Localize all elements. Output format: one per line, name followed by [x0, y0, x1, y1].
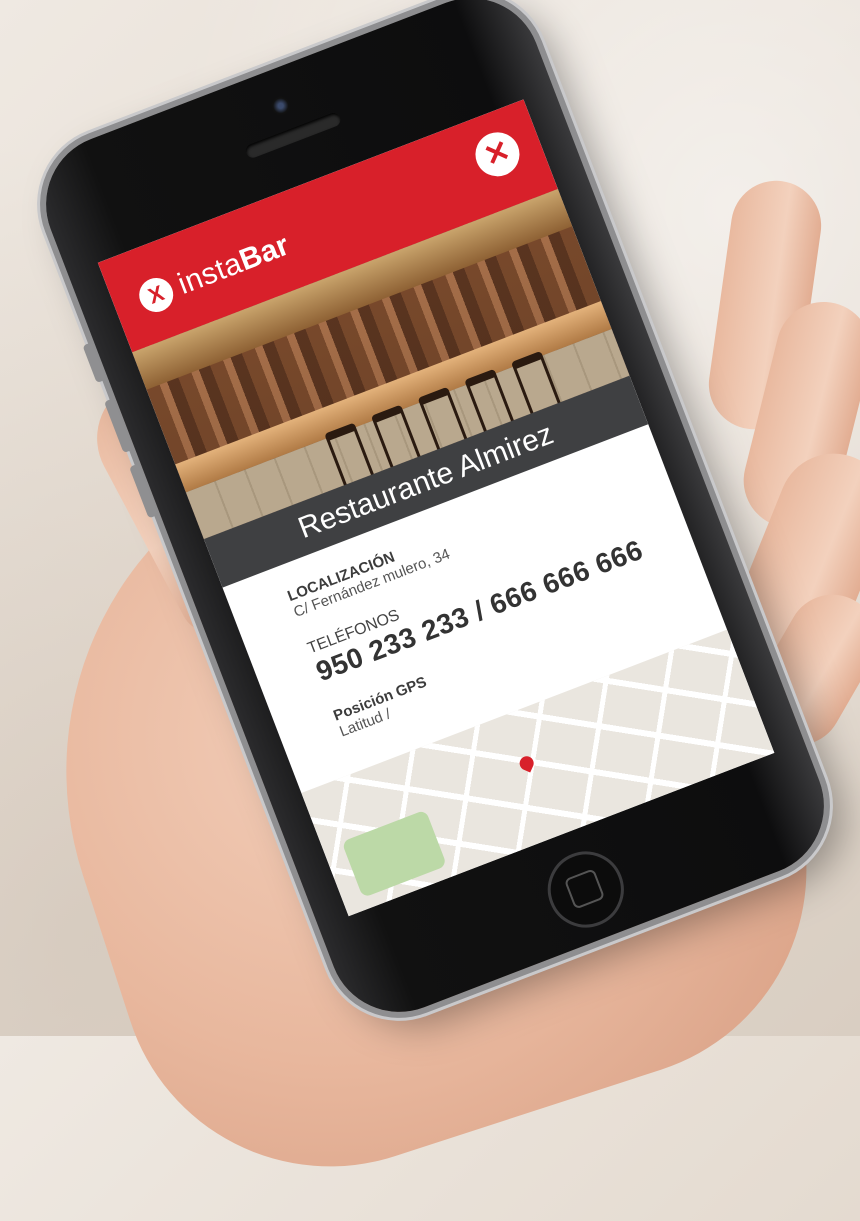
map-pin-icon — [517, 754, 536, 773]
logo-text-bar: Bar — [234, 228, 294, 278]
phone-wrap: X insta Bar ✕ Restaurante Almirez LOCALIZ… — [0, 0, 860, 1036]
close-button[interactable]: ✕ — [469, 125, 526, 183]
logo-icon: X — [134, 272, 179, 317]
logo-text-insta: insta — [173, 246, 247, 301]
smartphone: X insta Bar ✕ Restaurante Almirez LOCALIZ… — [25, 0, 845, 1033]
